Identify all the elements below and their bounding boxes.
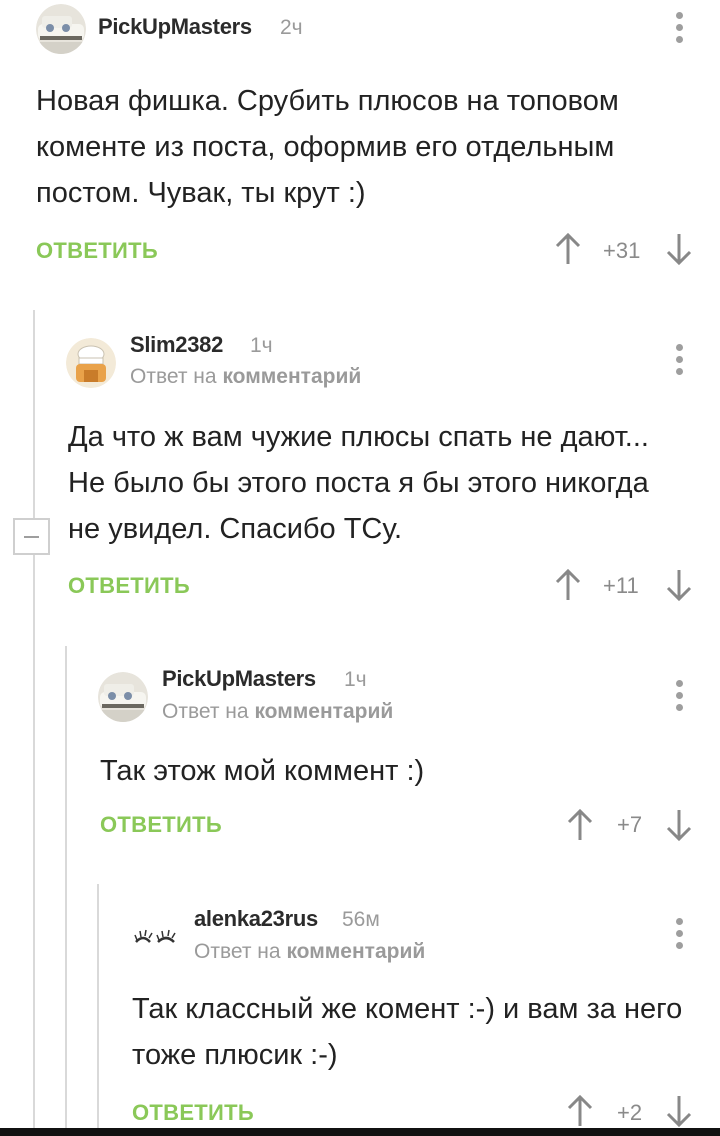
comment-time: 2ч	[280, 16, 303, 39]
vote-score: +7	[617, 812, 643, 837]
downvote-arrow-icon[interactable]	[666, 1094, 692, 1128]
comment-text: Да что ж вам чужие плюсы спать не дают..…	[68, 421, 649, 545]
downvote-arrow-icon[interactable]	[666, 568, 692, 602]
bottom-edge-bar	[0, 1128, 720, 1136]
downvote-arrow-icon[interactable]	[666, 232, 692, 266]
reply-button[interactable]: ОТВЕТИТЬ	[132, 1100, 254, 1126]
reply-button[interactable]: ОТВЕТИТЬ	[68, 573, 190, 599]
more-options-icon[interactable]	[674, 344, 684, 376]
more-options-icon[interactable]	[674, 12, 684, 44]
username[interactable]: alenka23rus	[194, 906, 318, 932]
reply-to-link[interactable]: комментарий	[222, 365, 361, 388]
reply-to-prefix: Ответ на	[194, 940, 281, 963]
username[interactable]: PickUpMasters	[162, 666, 316, 692]
comment: Slim2382 1ч Ответ на комментарий Да что …	[0, 310, 720, 620]
reply-to-prefix: Ответ на	[162, 700, 249, 723]
upvote-arrow-icon[interactable]	[567, 1094, 593, 1128]
username[interactable]: PickUpMasters	[98, 14, 252, 40]
reply-to-link[interactable]: комментарий	[286, 940, 425, 963]
avatar[interactable]	[36, 4, 86, 54]
comment-text: Так классный же комент :-) и вам за него…	[132, 993, 683, 1071]
vote-score: +31	[603, 238, 641, 263]
username[interactable]: Slim2382	[130, 332, 223, 358]
more-options-icon[interactable]	[674, 680, 684, 712]
comment-time: 1ч	[344, 668, 367, 691]
comment: PickUpMasters 2ч Новая фишка. Срубить пл…	[0, 0, 720, 290]
reply-to-line: Ответ на комментарий	[162, 700, 393, 724]
reply-to-link[interactable]: комментарий	[254, 700, 393, 723]
reply-to-line: Ответ на комментарий	[130, 365, 361, 389]
eyelashes-avatar-icon	[130, 914, 180, 964]
reply-button[interactable]: ОТВЕТИТЬ	[100, 812, 222, 838]
avatar[interactable]	[66, 338, 116, 388]
comment: PickUpMasters 1ч Ответ на комментарий Та…	[0, 646, 720, 866]
reply-button[interactable]: ОТВЕТИТЬ	[36, 238, 158, 264]
vote-score: +2	[617, 1100, 643, 1125]
comment-text: Так этож мой коммент :)	[100, 755, 425, 787]
car-avatar-icon	[98, 672, 148, 722]
upvote-arrow-icon[interactable]	[567, 808, 593, 842]
car-avatar-icon	[36, 4, 86, 54]
vote-score: +11	[603, 573, 639, 598]
comment-text: Новая фишка. Срубить плюсов на топовом к…	[36, 85, 619, 209]
comment-time: 56м	[342, 908, 380, 931]
reply-to-line: Ответ на комментарий	[194, 940, 425, 964]
avatar[interactable]	[130, 914, 180, 964]
reply-to-prefix: Ответ на	[130, 365, 217, 388]
upvote-arrow-icon[interactable]	[555, 232, 581, 266]
avatar[interactable]	[98, 672, 148, 722]
comment: alenka23rus 56м Ответ на комментарий Так…	[0, 884, 720, 1128]
more-options-icon[interactable]	[674, 918, 684, 950]
chef-avatar-icon	[66, 338, 116, 388]
comment-time: 1ч	[250, 334, 273, 357]
downvote-arrow-icon[interactable]	[666, 808, 692, 842]
upvote-arrow-icon[interactable]	[555, 568, 581, 602]
